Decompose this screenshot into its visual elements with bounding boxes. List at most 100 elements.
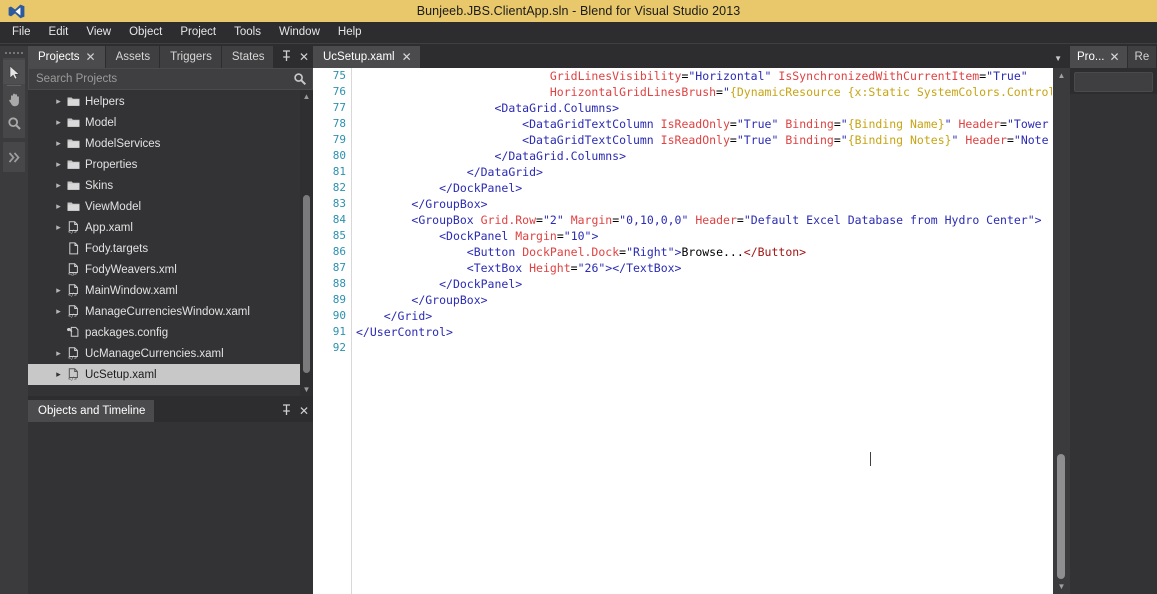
tree-item[interactable]: <a> FodyWeavers.xml (28, 259, 300, 280)
selection-arrow-icon[interactable] (3, 60, 25, 84)
tab-projects[interactable]: Projects ✕ (28, 46, 106, 68)
chevron-down-icon[interactable]: ▼ (1054, 54, 1062, 63)
pan-hand-icon[interactable] (3, 87, 25, 111)
tab-ucsetup-xaml[interactable]: UcSetup.xaml ✕ (313, 46, 420, 68)
close-icon[interactable]: ✕ (299, 51, 309, 63)
scroll-down-arrow-icon[interactable]: ▼ (1053, 579, 1070, 594)
search-projects-row[interactable] (28, 68, 313, 90)
code-line[interactable]: </DockPanel> (353, 180, 1052, 196)
code-token-plain: = (1006, 133, 1014, 147)
tree-item[interactable]: ▸ ViewModel (28, 196, 300, 217)
tree-item[interactable]: ▸ Helpers (28, 91, 300, 112)
scroll-up-arrow-icon[interactable]: ▲ (300, 90, 313, 103)
tree-item[interactable]: ▸ Model (28, 112, 300, 133)
expand-triangle-icon[interactable]: ▸ (52, 348, 65, 359)
menu-item-edit[interactable]: Edit (40, 22, 78, 43)
line-number: 78 (332, 117, 346, 130)
menu-item-file[interactable]: File (3, 22, 40, 43)
scroll-up-arrow-icon[interactable]: ▲ (1053, 68, 1070, 83)
code-line[interactable]: </GroupBox> (353, 292, 1052, 308)
code-line[interactable]: </GroupBox> (353, 196, 1052, 212)
editor-scrollbar[interactable]: ▲ ▼ (1053, 68, 1070, 594)
tab-properties[interactable]: Pro... ✕ (1070, 46, 1128, 68)
menu-item-view[interactable]: View (77, 22, 120, 43)
code-line[interactable] (353, 340, 1052, 356)
tree-item[interactable]: ▸ </> MainWindow.xaml (28, 280, 300, 301)
menu-item-object[interactable]: Object (120, 22, 171, 43)
tree-item[interactable]: ▸ Skins (28, 175, 300, 196)
code-surface[interactable]: 75 76 77 78 79 80 81 82 83 84 85 86 87 88 89 90 91 92 Gri… (313, 68, 1070, 594)
expand-triangle-icon[interactable]: ▸ (52, 285, 65, 296)
code-line[interactable]: GridLinesVisibility="Horizontal" IsSynch… (353, 68, 1052, 84)
menu-item-project[interactable]: Project (171, 22, 225, 43)
double-chevron-right-icon[interactable] (3, 145, 25, 169)
code-line[interactable]: </DockPanel> (353, 276, 1052, 292)
close-icon[interactable]: ✕ (402, 51, 412, 63)
menu-item-window[interactable]: Window (270, 22, 329, 43)
code-line[interactable]: <DockPanel Margin="10"> (353, 228, 1052, 244)
tree-item[interactable]: ▸ </> App.xaml (28, 217, 300, 238)
menu-item-help[interactable]: Help (329, 22, 371, 43)
tree-item[interactable]: ▸ </> UcSetup.xaml (28, 364, 300, 385)
expand-triangle-icon[interactable]: ▸ (52, 222, 65, 233)
code-line[interactable]: HorizontalGridLinesBrush="{DynamicResour… (353, 84, 1052, 100)
code-line[interactable]: <GroupBox Grid.Row="2" Margin="0,10,0,0"… (353, 212, 1052, 228)
code-line[interactable]: </DataGrid> (353, 164, 1052, 180)
tab-resources[interactable]: Re (1127, 46, 1157, 68)
code-line[interactable]: <DataGrid.Columns> (353, 100, 1052, 116)
scroll-down-arrow-icon[interactable]: ▼ (300, 383, 313, 396)
line-number: 89 (332, 293, 346, 306)
tree-item[interactable]: ▸ ModelServices (28, 133, 300, 154)
tree-item[interactable]: packages.config (28, 322, 300, 343)
pin-icon[interactable] (282, 404, 291, 418)
close-icon[interactable]: ✕ (86, 51, 96, 63)
expand-triangle-icon[interactable]: ▸ (52, 201, 65, 212)
tree-item-label: Model (85, 116, 117, 129)
expand-triangle-icon[interactable]: ▸ (52, 180, 65, 191)
expand-triangle-icon[interactable]: ▸ (52, 117, 65, 128)
tab-states[interactable]: States (221, 46, 275, 68)
code-token-attr: IsReadOnly (660, 133, 730, 147)
objects-panel-tools: ✕ (282, 404, 309, 418)
tree-item[interactable]: ▸ Properties (28, 154, 300, 175)
properties-search-box[interactable] (1074, 72, 1153, 92)
scrollbar-thumb[interactable] (1057, 454, 1065, 579)
expand-triangle-icon[interactable]: ▸ (52, 306, 65, 317)
scrollbar-thumb[interactable] (303, 195, 310, 373)
expand-triangle-icon[interactable]: ▸ (52, 159, 65, 170)
expand-triangle-icon[interactable]: ▸ (52, 369, 65, 380)
search-icon[interactable] (293, 72, 307, 91)
drag-grip-dots-icon[interactable] (0, 46, 28, 56)
tree-item[interactable]: ▸ </> UcManageCurrencies.xaml (28, 343, 300, 364)
code-token-val: "0,10,0,0" (619, 213, 689, 227)
menu-bar: File Edit View Object Project Tools Wind… (0, 22, 1157, 44)
tree-item[interactable]: ▸ </> ManageCurrenciesWindow.xaml (28, 301, 300, 322)
xaml-file-icon: </> (65, 284, 82, 297)
code-line[interactable]: <TextBox Height="26"></TextBox> (353, 260, 1052, 276)
pin-icon[interactable] (282, 50, 291, 64)
code-lines[interactable]: GridLinesVisibility = "Horizontal" IsSynch… (353, 68, 1052, 594)
tree-item[interactable]: Fody.targets (28, 238, 300, 259)
tab-objects-and-timeline[interactable]: Objects and Timeline (28, 400, 156, 422)
tree-item-label: App.xaml (85, 221, 133, 234)
menu-item-tools[interactable]: Tools (225, 22, 270, 43)
tab-assets[interactable]: Assets (105, 46, 161, 68)
code-line[interactable]: </UserControl> (353, 324, 1052, 340)
close-icon[interactable]: ✕ (1109, 51, 1119, 63)
folder-icon (65, 96, 82, 107)
code-line[interactable]: <DataGridTextColumn IsReadOnly="True" Bi… (353, 132, 1052, 148)
tab-triggers[interactable]: Triggers (160, 46, 222, 68)
search-input[interactable] (29, 73, 312, 85)
close-icon[interactable]: ✕ (299, 405, 309, 417)
code-line[interactable]: <Button DockPanel.Dock="Right">Browse...… (353, 244, 1052, 260)
code-line[interactable]: </DataGrid.Columns> (353, 148, 1052, 164)
expand-triangle-icon[interactable]: ▸ (52, 138, 65, 149)
zoom-magnifier-icon[interactable] (3, 111, 25, 135)
code-line[interactable]: </Grid> (353, 308, 1052, 324)
code-line[interactable]: <DataGridTextColumn IsReadOnly="True" Bi… (353, 116, 1052, 132)
project-tree-scrollbar[interactable]: ▲ ▼ (300, 90, 313, 396)
expand-triangle-icon[interactable]: ▸ (52, 96, 65, 107)
